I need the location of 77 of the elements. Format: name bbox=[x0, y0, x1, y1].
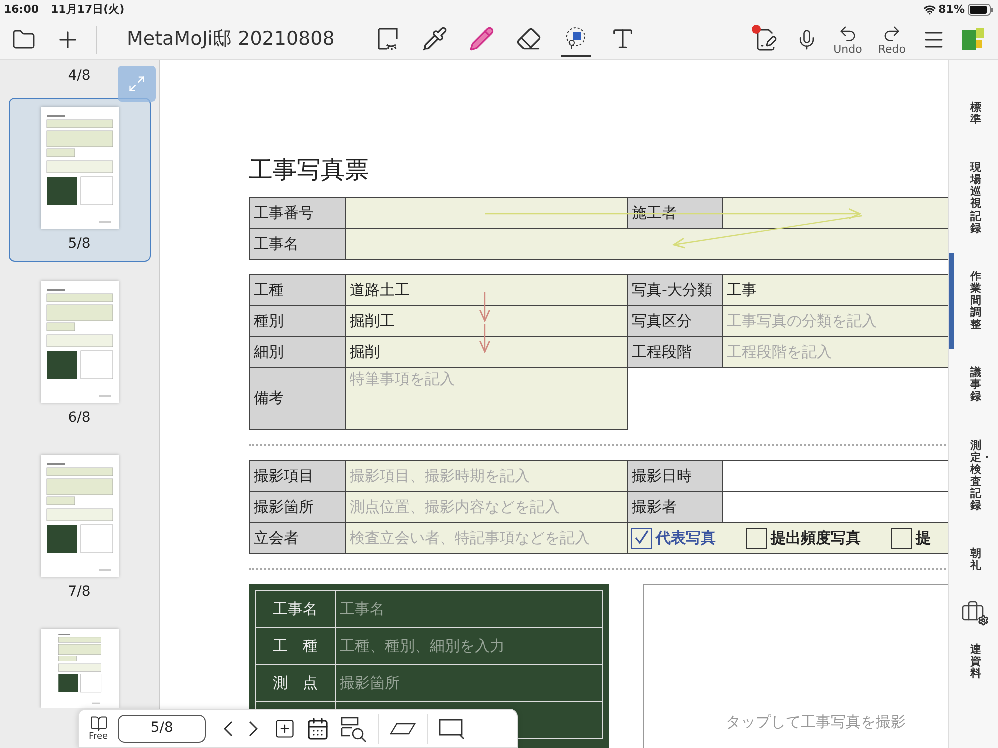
field-label: 写真区分 bbox=[628, 306, 723, 337]
next-button[interactable] bbox=[249, 720, 258, 736]
page-card[interactable]: 7/8 bbox=[8, 446, 150, 610]
chevron-right-icon bbox=[249, 720, 258, 736]
page-card[interactable]: 5/8 bbox=[8, 98, 150, 262]
chevron-left-icon bbox=[224, 720, 234, 736]
wifi-icon bbox=[924, 4, 936, 16]
list-search-icon[interactable] bbox=[340, 714, 368, 742]
page-thumbnail[interactable] bbox=[40, 107, 118, 229]
side-tab[interactable]: 朝礼 bbox=[949, 530, 998, 590]
input-field[interactable]: 工事 bbox=[723, 275, 948, 306]
input-field[interactable] bbox=[723, 198, 948, 229]
field-label: 写真-大分類 bbox=[628, 275, 723, 306]
checkbox-label: 提 bbox=[916, 528, 931, 549]
ink-arrow bbox=[479, 324, 491, 353]
status-time: 16:00 bbox=[4, 2, 40, 18]
blackboard-field[interactable]: 工事名 bbox=[340, 598, 385, 620]
blackboard-label: 測 点 bbox=[273, 672, 318, 694]
checkbox[interactable] bbox=[746, 528, 767, 548]
battery-icon bbox=[968, 4, 994, 16]
expand-icon bbox=[128, 75, 146, 93]
page-card[interactable]: 6/8 bbox=[8, 272, 150, 436]
blackboard-field[interactable]: 撮影箇所 bbox=[340, 672, 400, 694]
field-label: 撮影箇所 bbox=[250, 492, 346, 523]
input-field[interactable] bbox=[346, 198, 628, 229]
input-field[interactable]: 掘削 bbox=[346, 337, 628, 368]
field-label: 種別 bbox=[250, 306, 346, 337]
checkbox-label: 提出頻度写真 bbox=[771, 528, 861, 549]
eraser-icon bbox=[516, 26, 542, 52]
page-label: 5/8 bbox=[68, 235, 91, 253]
document-title: MetaMoJi邸 20210808 bbox=[127, 27, 335, 52]
side-tab[interactable]: 連資料 bbox=[949, 626, 998, 699]
page-thumbnail[interactable] bbox=[40, 281, 118, 403]
field-label: 工程段階 bbox=[628, 337, 723, 368]
add-page-button[interactable] bbox=[274, 718, 296, 740]
page-thumbnail[interactable] bbox=[40, 629, 118, 708]
free-notebook-button[interactable]: Free bbox=[89, 715, 108, 742]
field-label: 撮影者 bbox=[628, 492, 723, 523]
field-label: 撮影項目 bbox=[250, 461, 346, 492]
speech-bubble-icon[interactable] bbox=[438, 716, 466, 740]
side-tab[interactable]: 議事録 bbox=[949, 349, 998, 422]
field-label: 工事番号 bbox=[250, 198, 346, 229]
page-card[interactable]: 4/8 bbox=[67, 60, 92, 86]
side-tab[interactable]: 作業間調整 bbox=[949, 252, 998, 350]
field-label: 工事名 bbox=[250, 229, 346, 260]
pencil-icon bbox=[468, 26, 495, 52]
previous-button[interactable] bbox=[224, 720, 234, 736]
side-tab[interactable]: 現場巡視記録 bbox=[949, 144, 998, 253]
form-title: 工事写真票 bbox=[249, 155, 370, 185]
field-label: 立会者 bbox=[250, 523, 346, 554]
blackboard-field[interactable]: 工種、種別、細別を入力 bbox=[340, 634, 505, 658]
checkbox-label: 代表写真 bbox=[656, 528, 716, 549]
checkbox[interactable] bbox=[891, 528, 912, 548]
calendar-button[interactable] bbox=[306, 716, 330, 740]
field-label: 細別 bbox=[250, 337, 346, 368]
page-field[interactable]: 5/8 bbox=[118, 714, 206, 742]
checkbox[interactable] bbox=[631, 528, 652, 548]
side-tab[interactable]: 標準 bbox=[949, 84, 998, 144]
field-label: 備考 bbox=[250, 368, 346, 430]
field-label: 工種 bbox=[250, 275, 346, 306]
page-label: 7/8 bbox=[68, 583, 91, 601]
ink-arrow bbox=[479, 292, 491, 322]
redo-button[interactable]: Redo bbox=[878, 24, 906, 56]
input-field[interactable] bbox=[346, 229, 948, 260]
field-label: 撮影日時 bbox=[628, 461, 723, 492]
briefcase-gear-icon[interactable] bbox=[961, 600, 989, 626]
page-label: 6/8 bbox=[68, 409, 91, 427]
blackboard-label: 工事名 bbox=[273, 598, 318, 620]
page-label: 4/8 bbox=[68, 67, 91, 85]
side-tab[interactable]: 測定・検査記録 bbox=[949, 422, 998, 530]
input-field[interactable]: 道路土工 bbox=[346, 275, 628, 306]
status-date: 11月17日(火) bbox=[51, 2, 125, 18]
undo-button[interactable]: Undo bbox=[834, 24, 862, 56]
blackboard-label: 工 種 bbox=[273, 636, 318, 657]
battery-percent: 81% bbox=[938, 2, 965, 18]
page-thumbnail[interactable] bbox=[40, 455, 118, 577]
input-field[interactable]: 掘削工 bbox=[346, 306, 628, 337]
